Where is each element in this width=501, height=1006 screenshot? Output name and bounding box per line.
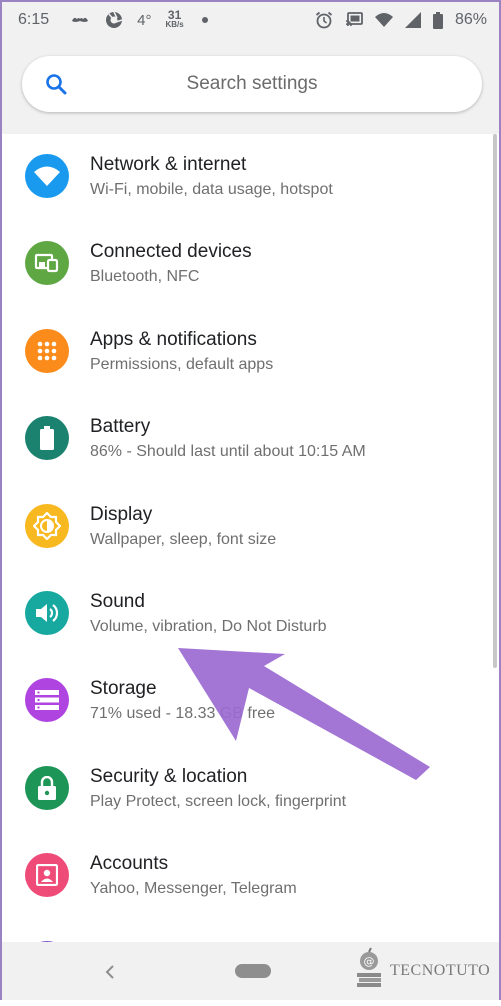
setting-subtitle: Play Protect, screen lock, fingerprint (90, 793, 347, 810)
account-icon (25, 853, 69, 897)
setting-subtitle: 71% used - 18.33 GB free (90, 705, 275, 722)
svg-text:@: @ (364, 955, 375, 968)
home-pill-icon[interactable] (235, 964, 271, 978)
setting-display[interactable]: Display Wallpaper, sleep, font size (2, 483, 499, 570)
setting-title: Apps & notifications (90, 329, 257, 350)
apps-grid-icon (25, 329, 69, 373)
lock-icon (25, 766, 69, 810)
search-placeholder[interactable]: Search settings (22, 73, 482, 95)
brightness-icon (25, 504, 69, 548)
camera-shutter-icon (105, 11, 123, 29)
watermark-logo-icon: @ (354, 947, 384, 996)
setting-sound[interactable]: Sound Volume, vibration, Do Not Disturb (2, 570, 499, 657)
battery-percent: 86% (454, 11, 487, 28)
setting-subtitle: Volume, vibration, Do Not Disturb (90, 618, 327, 635)
setting-battery[interactable]: Battery 86% - Should last until about 10… (2, 395, 499, 482)
battery-icon (432, 11, 443, 29)
signal-icon (404, 12, 421, 28)
cast-icon (345, 12, 363, 28)
navigation-bar: @ TECNOTUTO (2, 942, 499, 1000)
watermark: @ TECNOTUTO (354, 947, 494, 996)
setting-subtitle: 86% - Should last until about 10:15 AM (90, 443, 366, 460)
storage-icon (25, 678, 69, 722)
search-icon[interactable] (44, 72, 68, 96)
data-speed: 31 KB/s (165, 8, 184, 29)
setting-network-internet[interactable]: Network & internet Wi-Fi, mobile, data u… (2, 133, 499, 220)
setting-title: Security & location (90, 766, 248, 787)
battery-icon (25, 416, 69, 460)
setting-title: Battery (90, 416, 151, 437)
setting-title: Accounts (90, 853, 169, 874)
mustache-icon (71, 15, 89, 25)
wifi-icon (25, 154, 69, 198)
setting-subtitle: Yahoo, Messenger, Telegram (90, 880, 297, 897)
setting-subtitle: Bluetooth, NFC (90, 268, 200, 285)
search-settings-bar[interactable]: Search settings (22, 56, 482, 112)
status-bar: 6:15 4° 31 KB/s 86% (2, 2, 499, 38)
setting-storage[interactable]: Storage 71% used - 18.33 GB free (2, 657, 499, 744)
alarm-icon (315, 11, 333, 29)
watermark-text: TECNOTUTO (390, 962, 491, 979)
setting-title: Connected devices (90, 241, 252, 262)
setting-connected-devices[interactable]: Connected devices Bluetooth, NFC (2, 220, 499, 307)
setting-accounts[interactable]: Accounts Yahoo, Messenger, Telegram (2, 832, 499, 919)
setting-security-location[interactable]: Security & location Play Protect, screen… (2, 745, 499, 832)
setting-subtitle: Wi-Fi, mobile, data usage, hotspot (90, 181, 333, 198)
setting-apps-notifications[interactable]: Apps & notifications Permissions, defaul… (2, 308, 499, 395)
dot-icon (201, 17, 208, 23)
status-time: 6:15 (18, 11, 50, 28)
search-header: Search settings (2, 38, 499, 134)
wifi-icon (374, 12, 393, 28)
setting-title: Storage (90, 678, 157, 699)
setting-title: Display (90, 504, 153, 525)
setting-title: Network & internet (90, 154, 247, 175)
devices-icon (25, 241, 69, 285)
back-chevron-icon[interactable] (102, 962, 118, 982)
setting-subtitle: Wallpaper, sleep, font size (90, 531, 277, 548)
setting-subtitle: Permissions, default apps (90, 356, 274, 373)
temperature: 4° (137, 11, 152, 29)
setting-title: Sound (90, 591, 145, 612)
volume-icon (25, 591, 69, 635)
